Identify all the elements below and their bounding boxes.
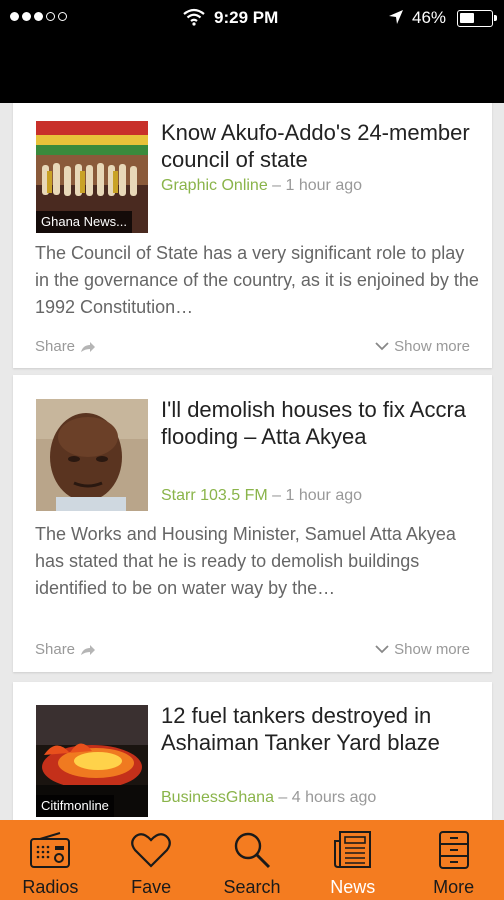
news-card[interactable]: Citifmonline 12 fuel tankers destroyed i… [13,682,492,820]
article-source[interactable]: Starr 103.5 FM [161,487,268,504]
thumbnail-caption: Ghana News... [36,211,132,233]
article-title[interactable]: I'll demolish houses to fix Accra floodi… [161,396,481,450]
article-time: 4 hours ago [291,789,377,806]
news-feed[interactable]: Ghana News... Know Akufo-Addo's 24-membe… [0,103,504,820]
news-card[interactable]: Ghana News... Know Akufo-Addo's 24-membe… [13,103,492,368]
tab-label: More [433,877,475,897]
newspaper-icon [333,831,371,868]
tab-search[interactable]: Search [202,820,303,900]
show-more-button[interactable]: Show more [375,641,470,658]
article-source[interactable]: Graphic Online [161,177,268,194]
article-time: 1 hour ago [285,487,363,504]
battery-icon [457,10,497,27]
share-arrow-icon [81,341,96,352]
tab-more[interactable]: More [403,820,504,900]
meta-separator: – [272,487,286,504]
article-thumbnail[interactable] [36,399,148,511]
battery-percentage: 46% [412,8,447,27]
article-time: 1 hour ago [285,177,363,194]
show-more-button[interactable]: Show more [375,338,470,355]
article-meta: BusinessGhana – 4 hours ago [161,789,376,807]
article-summary[interactable]: The Council of State has a very signific… [35,240,481,321]
status-bar: 9:29 PM 46% [0,0,504,36]
news-card[interactable]: I'll demolish houses to fix Accra floodi… [13,375,492,672]
status-time: 9:29 PM [214,8,279,27]
thumbnail-caption: Citifmonline [36,795,114,817]
share-arrow-icon [81,644,96,655]
article-title[interactable]: Know Akufo-Addo's 24-member council of s… [161,119,481,173]
location-arrow-icon [389,10,403,24]
share-label: Share [35,338,76,355]
article-meta: Starr 103.5 FM – 1 hour ago [161,487,362,505]
share-button[interactable]: Share [35,338,96,355]
tab-label: Fave [131,877,172,897]
chevron-down-icon [375,342,389,351]
show-more-label: Show more [394,641,470,658]
share-button[interactable]: Share [35,641,96,658]
wifi-icon [183,8,205,26]
tab-news[interactable]: News [302,820,403,900]
radio-icon [30,832,71,868]
signal-strength-icon [10,12,67,21]
bottom-tab-bar: Radios Fave Search News More [0,820,504,900]
article-thumbnail[interactable]: Citifmonline [36,705,148,817]
meta-separator: – [272,177,286,194]
tab-label: Radios [22,877,79,897]
article-thumbnail[interactable]: Ghana News... [36,121,148,233]
heart-icon [131,833,172,868]
share-label: Share [35,641,76,658]
show-more-label: Show more [394,338,470,355]
article-source[interactable]: BusinessGhana [161,789,274,806]
tab-fave[interactable]: Fave [101,820,202,900]
portrait-photo-image [36,399,148,511]
article-meta: Graphic Online – 1 hour ago [161,177,362,195]
article-summary[interactable]: The Works and Housing Minister, Samuel A… [35,521,481,602]
app-header [0,36,504,103]
search-icon [234,832,271,869]
chevron-down-icon [375,645,389,654]
more-icon [438,831,469,869]
tab-radios[interactable]: Radios [0,820,101,900]
meta-separator: – [278,789,292,806]
article-title[interactable]: 12 fuel tankers destroyed in Ashaiman Ta… [161,702,481,756]
tab-label: News [330,877,376,897]
tab-label: Search [223,877,281,897]
